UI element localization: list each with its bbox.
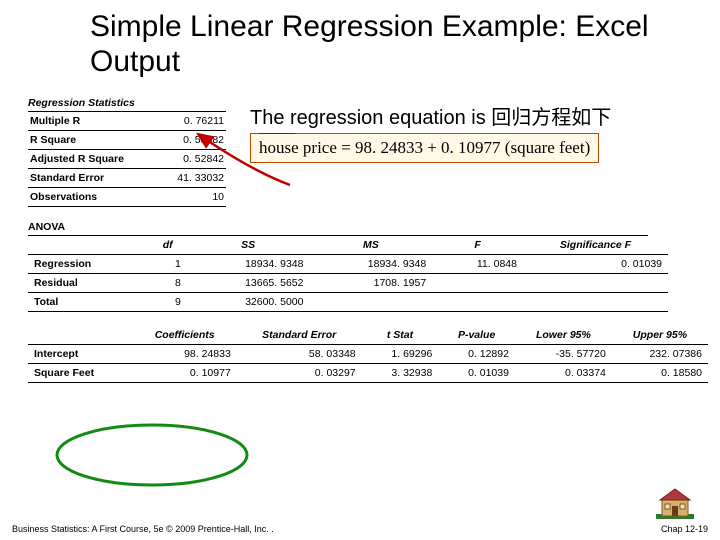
table-row: Observations10	[28, 188, 226, 207]
stat-label: R Square	[28, 131, 148, 150]
stat-label: Multiple R	[28, 112, 148, 131]
col-header: SS	[187, 236, 310, 255]
regression-stats-table: Multiple R0. 76211 R Square0. 58082 Adju…	[28, 112, 226, 207]
col-header: Coefficients	[133, 326, 237, 345]
table-row: Standard Error41. 33032	[28, 169, 226, 188]
col-header: Significance F	[523, 236, 668, 255]
anova-heading: ANOVA	[28, 221, 648, 236]
main-content: Regression Statistics Multiple R0. 76211…	[0, 89, 720, 383]
table-row: Multiple R0. 76211	[28, 112, 226, 131]
coefficients-table: Coefficients Standard Error t Stat P-val…	[28, 326, 708, 383]
stat-label: Observations	[28, 188, 148, 207]
stat-value: 10	[148, 188, 226, 207]
table-row: Intercept98. 2483358. 033481. 692960. 12…	[28, 345, 708, 364]
house-icon	[654, 486, 696, 520]
footer-credit: Business Statistics: A First Course, 5e …	[12, 524, 274, 534]
equation-text: house price = 98. 24833 + 0. 10977 (squa…	[259, 138, 590, 157]
footer: Business Statistics: A First Course, 5e …	[12, 524, 708, 534]
table-header-row: Coefficients Standard Error t Stat P-val…	[28, 326, 708, 345]
col-header: Lower 95%	[515, 326, 612, 345]
stats-heading: Regression Statistics	[28, 97, 226, 112]
col-header	[28, 326, 133, 345]
equation-box: ‾‾‾‾‾‾‾‾‾ house price = 98. 24833 + 0. 1…	[250, 133, 599, 163]
col-header: Upper 95%	[612, 326, 708, 345]
page-title: Simple Linear Regression Example: Excel …	[0, 0, 720, 89]
table-row: Adjusted R Square0. 52842	[28, 150, 226, 169]
stat-value: 0. 58082	[148, 131, 226, 150]
annotation-text: The regression equation is 回归方程如下	[250, 101, 611, 130]
stat-value: 0. 52842	[148, 150, 226, 169]
stat-value: 41. 33032	[148, 169, 226, 188]
table-row: Square Feet0. 109770. 032973. 329380. 01…	[28, 364, 708, 383]
col-header: t Stat	[362, 326, 439, 345]
stat-label: Adjusted R Square	[28, 150, 148, 169]
footer-page: Chap 12-19	[661, 524, 708, 534]
col-header: P-value	[438, 326, 515, 345]
stat-label: Standard Error	[28, 169, 148, 188]
table-row: R Square0. 58082	[28, 131, 226, 150]
stat-value: 0. 76211	[148, 112, 226, 131]
table-header-row: df SS MS F Significance F	[28, 236, 668, 255]
col-header: Standard Error	[237, 326, 362, 345]
table-row: Residual813665. 56521708. 1957	[28, 274, 668, 293]
col-header: df	[149, 236, 187, 255]
table-row: Total932600. 5000	[28, 293, 668, 312]
col-header	[28, 236, 149, 255]
table-row: Regression118934. 934818934. 934811. 084…	[28, 255, 668, 274]
col-header: F	[432, 236, 523, 255]
anova-table: df SS MS F Significance F Regression1189…	[28, 236, 668, 312]
col-header: MS	[309, 236, 432, 255]
highlight-ellipse-icon	[52, 420, 252, 490]
